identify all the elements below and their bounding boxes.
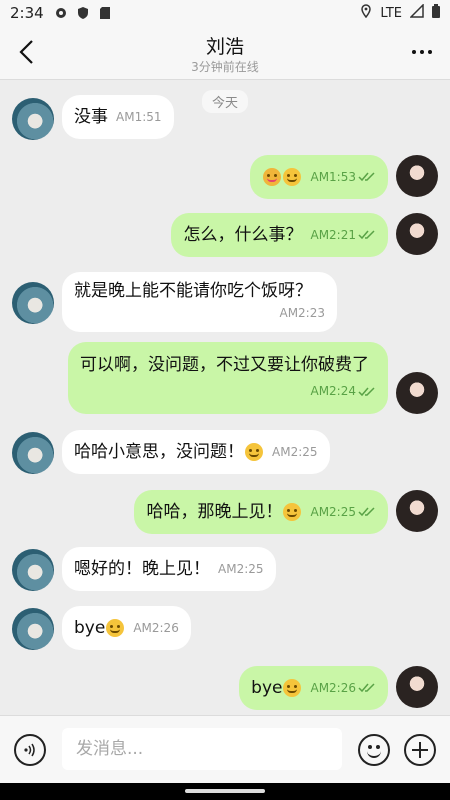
winking-tongue-emoji-icon — [263, 168, 282, 186]
contact-avatar[interactable] — [12, 98, 54, 140]
message-time: AM2:24 — [310, 384, 356, 398]
message-input[interactable] — [62, 728, 342, 770]
home-indicator[interactable] — [185, 789, 265, 793]
battery-icon — [432, 4, 440, 22]
contact-avatar[interactable] — [12, 432, 54, 474]
voice-input-button[interactable] — [14, 734, 46, 766]
message-time: AM2:25 — [310, 505, 356, 519]
chat-header: 刘浩 3分钟前在线 — [0, 26, 450, 80]
message-text: 没事 — [74, 107, 108, 127]
double-check-icon — [358, 386, 375, 396]
online-status: 3分钟前在线 — [191, 60, 259, 74]
status-time: 2:34 — [10, 4, 44, 22]
grinning-emoji-icon — [245, 443, 263, 461]
message-time: AM2:23 — [279, 306, 325, 320]
contact-name: 刘浩 — [205, 36, 244, 58]
my-avatar[interactable] — [396, 213, 438, 255]
message-bubble[interactable]: 哈哈小意思，没问题！ AM2:25 — [62, 430, 330, 474]
my-avatar[interactable] — [396, 490, 438, 532]
signal-icon — [409, 3, 424, 22]
message-time: AM1:53 — [310, 170, 356, 184]
message-list[interactable]: 今天 没事 AM1:51 AM1:53 怎么，什么事？ AM2:21 就是晚上能不能… — [0, 80, 450, 715]
contact-avatar[interactable] — [12, 549, 54, 591]
input-bar — [0, 715, 450, 783]
contact-avatar[interactable] — [12, 608, 54, 650]
more-dot-icon — [412, 50, 416, 54]
my-avatar[interactable] — [396, 372, 438, 414]
message-time: AM2:26 — [310, 681, 356, 695]
more-actions-plus-button[interactable] — [404, 734, 436, 766]
my-avatar[interactable] — [396, 666, 438, 708]
double-check-icon — [358, 230, 375, 240]
message-bubble[interactable]: 可以啊，没问题，不过又要让你破费了 AM2:24 — [68, 342, 388, 414]
smiling-emoji-icon — [283, 503, 302, 521]
message-time: AM2:25 — [218, 562, 264, 576]
message-text: 可以啊，没问题，不过又要让你破费了 — [80, 355, 369, 375]
message-bubble[interactable]: 嗯好的！晚上见！ AM2:25 — [62, 547, 276, 591]
network-label: LTE — [380, 5, 402, 21]
message-bubble[interactable]: 就是晚上能不能请你吃个饭呀？ AM2:23 — [62, 272, 337, 332]
emoji-button[interactable] — [358, 734, 390, 766]
smiling-emoji-icon — [283, 679, 302, 697]
message-bubble[interactable]: 哈哈，那晚上见！ AM2:25 — [134, 490, 388, 534]
message-text: 怎么，什么事？ — [183, 225, 303, 245]
message-time: AM1:51 — [116, 110, 162, 124]
system-navigation-bar — [0, 783, 450, 800]
shield-icon — [76, 6, 90, 20]
status-bar: 2:34 LTE — [0, 0, 450, 26]
message-time: AM2:26 — [133, 621, 179, 635]
message-text: 就是晚上能不能请你吃个饭呀？ — [74, 281, 312, 301]
grinning-emoji-icon — [283, 168, 302, 186]
status-right-group: LTE — [360, 3, 440, 22]
location-icon — [360, 4, 372, 22]
message-text: 哈哈小意思，没问题！ — [74, 442, 244, 462]
voice-wave-icon — [24, 743, 35, 757]
message-text: 嗯好的！晚上见！ — [74, 559, 210, 579]
message-bubble[interactable]: bye AM2:26 — [62, 606, 191, 650]
smiley-face-icon — [367, 750, 381, 758]
double-check-icon — [358, 507, 375, 517]
more-options-button[interactable] — [408, 40, 436, 64]
message-text: 哈哈，那晚上见！ — [146, 502, 283, 522]
winking-emoji-icon — [106, 619, 125, 637]
contact-avatar[interactable] — [12, 282, 54, 324]
message-time: AM2:25 — [272, 445, 318, 459]
message-bubble[interactable]: 怎么，什么事？ AM2:21 — [171, 213, 388, 257]
double-check-icon — [358, 683, 375, 693]
sd-card-icon — [98, 6, 112, 20]
double-check-icon — [358, 172, 375, 182]
message-time-group: AM2:24 — [310, 376, 376, 406]
my-avatar[interactable] — [396, 155, 438, 197]
message-text: bye — [251, 678, 283, 698]
message-text: bye — [74, 618, 106, 638]
settings-gear-icon — [54, 6, 68, 20]
message-time: AM2:21 — [310, 228, 356, 242]
message-bubble[interactable]: AM1:53 — [250, 155, 388, 199]
message-bubble[interactable]: bye AM2:26 — [239, 666, 388, 710]
message-bubble[interactable]: 没事 AM1:51 — [62, 95, 174, 139]
date-divider: 今天 — [201, 90, 249, 113]
